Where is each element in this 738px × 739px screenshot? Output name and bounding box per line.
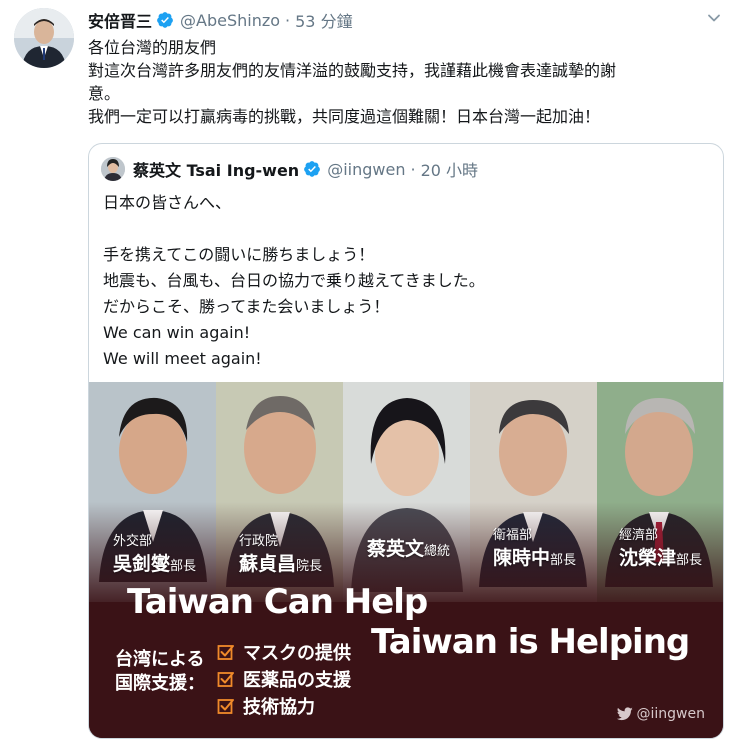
verified-badge-icon — [157, 12, 173, 28]
tweet-text-line: 對這次台灣許多朋友們的友情洋溢的鼓勵支持，我謹藉此機會表達誠摯的謝 — [88, 61, 617, 80]
quoted-tweet[interactable]: 蔡英文 Tsai Ing-wen @iingwen · 20 小時 日本の皆さん… — [88, 143, 724, 739]
support-heading-line: 台湾による — [115, 649, 205, 670]
quoted-tweet-text: 日本の皆さんへ、 手を携えてこの闘いに勝ちましょう！ 地震も、台風も、台日の協力… — [103, 190, 485, 372]
quoted-text-line: だからこそ、勝ってまた会いましょう！ — [103, 297, 390, 316]
support-item: マスクの提供 — [217, 638, 351, 665]
quoted-media-image[interactable]: 外交部 吳釗燮部長 行政院 蘇貞昌院長 蔡英文總統 衛福部 陳時中部長 經濟部 … — [89, 382, 723, 738]
support-item-label: 医薬品の支援 — [243, 669, 351, 691]
official-rank: 院長 — [296, 559, 323, 574]
watermark-handle: @iingwen — [636, 706, 705, 722]
checkbox-checked-icon — [217, 698, 234, 714]
official-name: 吳釗燮 — [113, 553, 171, 575]
support-list: マスクの提供 医薬品の支援 技術協力 — [217, 638, 351, 719]
quoted-author-name: 蔡英文 Tsai Ing-wen — [133, 161, 300, 180]
support-item-label: 技術協力 — [243, 696, 315, 718]
official-title: 行政院 — [239, 534, 279, 549]
tweet-timestamp[interactable]: 53 分鐘 — [295, 8, 352, 32]
quoted-avatar-photo — [101, 157, 125, 181]
tweet-text: 各位台灣的朋友們 對這次台灣許多朋友們的友情洋溢的鼓勵支持，我謹藉此機會表達誠摯… — [88, 36, 728, 128]
quoted-text-line: 地震も、台風も、台日の協力で乗り越えてきました。 — [103, 271, 485, 290]
author-avatar[interactable] — [14, 8, 74, 68]
chevron-down-icon[interactable] — [706, 10, 722, 26]
quoted-text-line — [103, 216, 485, 242]
support-item-label: マスクの提供 — [243, 642, 351, 664]
official-rank: 總統 — [424, 544, 451, 559]
official-title: 經濟部 — [619, 528, 659, 543]
tweet-header: 安倍晋三 @AbeShinzo · 53 分鐘 — [88, 8, 353, 32]
verified-badge-icon — [304, 161, 321, 177]
support-item: 医薬品の支援 — [217, 665, 351, 692]
twitter-bird-icon — [616, 707, 633, 721]
quoted-text-line: We will meet again! — [103, 349, 262, 368]
avatar-photo — [14, 8, 74, 68]
support-heading: 台湾による 国際支援： — [115, 648, 205, 696]
official-rank: 部長 — [550, 553, 577, 568]
quoted-author-handle: @iingwen — [327, 159, 406, 179]
official-name: 蔡英文 — [367, 538, 425, 560]
official-name: 沈榮津 — [619, 547, 677, 569]
official-rank: 部長 — [170, 559, 197, 574]
media-watermark: @iingwen — [616, 706, 705, 722]
tweet[interactable]: 安倍晋三 @AbeShinzo · 53 分鐘 各位台灣的朋友們 對這次台灣許多… — [0, 0, 738, 739]
quoted-author-avatar — [101, 157, 125, 181]
official-title: 外交部 — [113, 534, 153, 549]
quoted-timestamp: 20 小時 — [420, 161, 479, 180]
official-label-3: 蔡英文總統 — [367, 534, 450, 561]
slogan-taiwan-is-helping: Taiwan is Helping — [371, 622, 690, 662]
official-label-1: 外交部 吳釗燮部長 — [113, 534, 196, 576]
tweet-text-line: 各位台灣的朋友們 — [88, 38, 217, 57]
quoted-tweet-header: 蔡英文 Tsai Ing-wen @iingwen · 20 小時 — [101, 156, 478, 182]
quoted-text-line: 手を携えてこの闘いに勝ちましょう！ — [103, 245, 375, 264]
official-name: 陳時中 — [493, 547, 551, 569]
support-heading-line: 国際支援： — [115, 673, 205, 694]
official-title: 衛福部 — [493, 528, 533, 543]
official-label-2: 行政院 蘇貞昌院長 — [239, 534, 322, 576]
official-label-5: 經濟部 沈榮津部長 — [619, 528, 702, 570]
support-item: 技術協力 — [217, 692, 351, 719]
tweet-text-line: 我們一定可以打贏病毒的挑戰，共同度過這個難關！日本台灣一起加油！ — [88, 107, 601, 126]
author-handle[interactable]: @AbeShinzo — [180, 11, 280, 30]
quoted-text-line: 日本の皆さんへ、 — [103, 193, 232, 212]
slogan-taiwan-can-help: Taiwan Can Help — [127, 582, 428, 622]
separator-dot: · — [410, 159, 416, 179]
official-name: 蘇貞昌 — [239, 553, 297, 575]
tweet-text-line: 意。 — [88, 84, 121, 103]
official-rank: 部長 — [676, 553, 703, 568]
checkbox-checked-icon — [217, 671, 234, 687]
official-label-4: 衛福部 陳時中部長 — [493, 528, 576, 570]
separator-dot: · — [285, 10, 291, 30]
author-name[interactable]: 安倍晋三 — [88, 8, 152, 32]
checkbox-checked-icon — [217, 644, 234, 660]
quoted-text-line: We can win again! — [103, 323, 251, 342]
